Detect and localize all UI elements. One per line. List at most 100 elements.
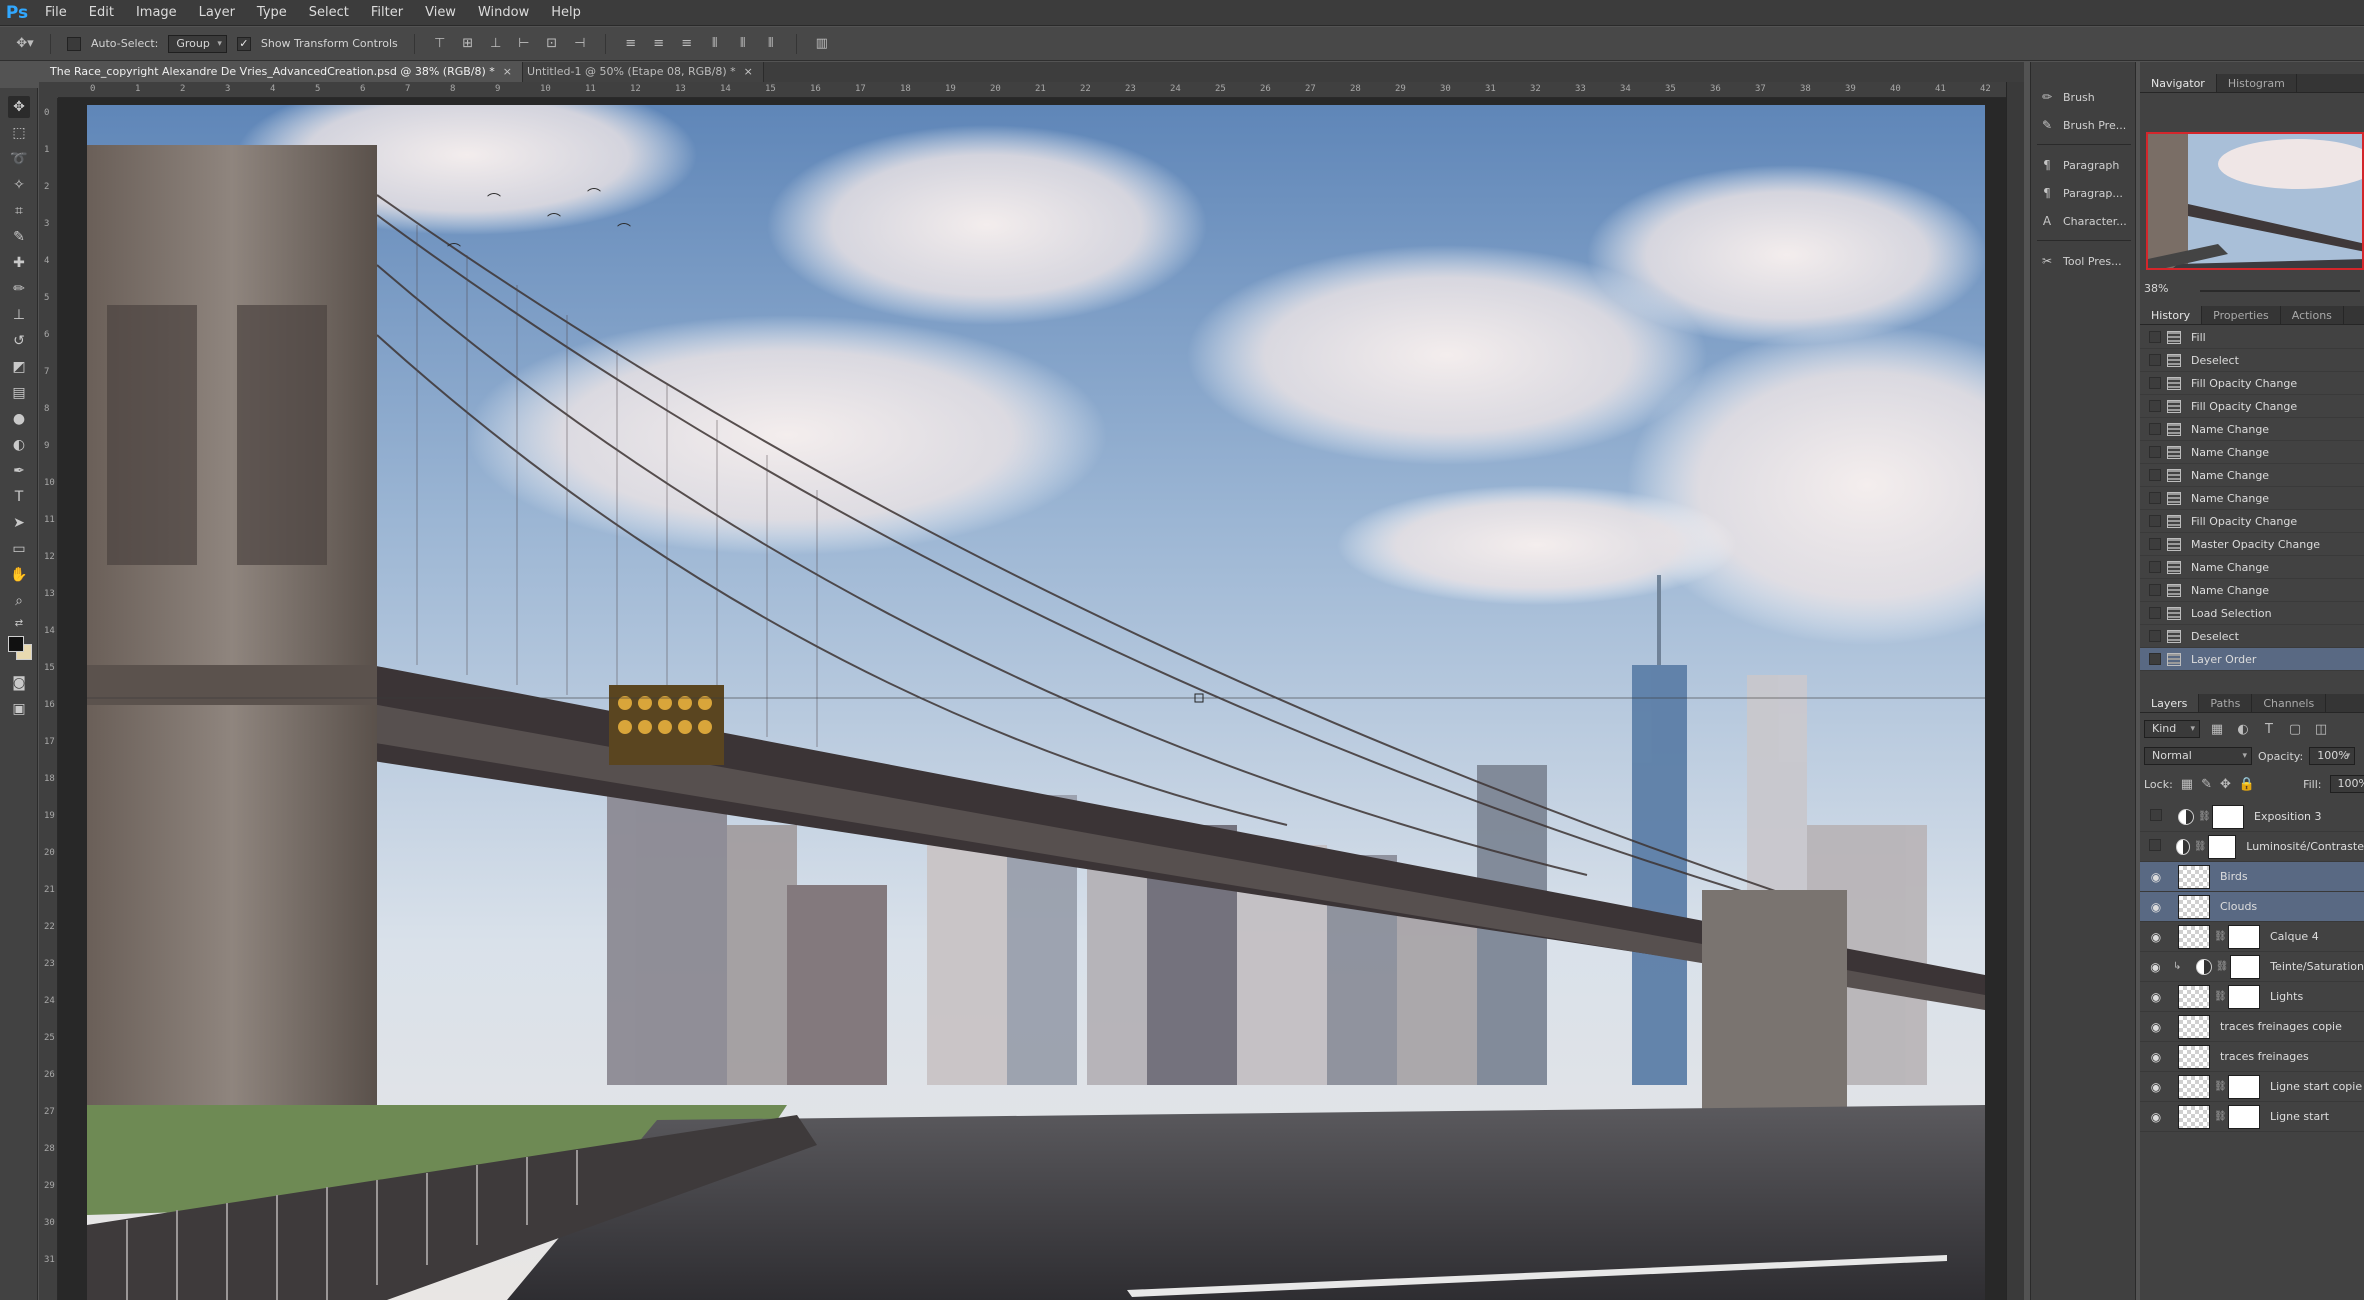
gradient-tool-icon[interactable]: ▤ xyxy=(8,382,30,404)
magic-wand-icon[interactable]: ✧ xyxy=(8,174,30,196)
distribute-bottom-icon[interactable]: ≡ xyxy=(678,36,696,52)
auto-select-checkbox[interactable] xyxy=(67,36,81,51)
foreground-color-swatch[interactable] xyxy=(8,636,24,652)
tab-paths[interactable]: Paths xyxy=(2199,694,2253,712)
type-tool-icon[interactable]: T xyxy=(8,486,30,508)
history-snapshot-checkbox[interactable] xyxy=(2149,377,2161,389)
layer-name[interactable]: Calque 4 xyxy=(2270,930,2319,943)
menu-select[interactable]: Select xyxy=(298,0,360,26)
lock-all-icon[interactable]: 🔒 xyxy=(2239,776,2255,792)
tab-properties[interactable]: Properties xyxy=(2202,306,2281,324)
layer-mask-thumbnail[interactable] xyxy=(2212,804,2244,829)
layer-name[interactable]: Luminosité/Contraste xyxy=(2246,840,2364,853)
layer-name[interactable]: Ligne start copie xyxy=(2270,1080,2362,1093)
history-state[interactable]: Name Change xyxy=(2140,487,2364,510)
history-state[interactable]: Name Change xyxy=(2140,579,2364,602)
layer-name[interactable]: Clouds xyxy=(2220,900,2257,913)
layer-mask-thumbnail[interactable] xyxy=(2228,924,2260,949)
mask-link-icon[interactable]: ⛓ xyxy=(2216,961,2229,972)
healing-brush-icon[interactable]: ✚ xyxy=(8,252,30,274)
history-state[interactable]: Master Opacity Change xyxy=(2140,533,2364,556)
distribute-top-icon[interactable]: ≡ xyxy=(622,36,640,52)
tab-channels[interactable]: Channels xyxy=(2252,694,2327,712)
auto-align-icon[interactable]: ▥ xyxy=(813,36,831,52)
layer-mask-thumbnail[interactable] xyxy=(2228,984,2260,1009)
layer-row[interactable]: ⛓ Luminosité/Contraste xyxy=(2140,832,2364,862)
eye-icon[interactable]: ◉ xyxy=(2146,1050,2166,1064)
mask-link-icon[interactable]: ⛓ xyxy=(2214,1081,2227,1092)
swap-colors-icon[interactable]: ⇄ xyxy=(8,612,30,634)
path-selection-icon[interactable]: ➤ xyxy=(8,512,30,534)
hand-tool-icon[interactable]: ✋ xyxy=(8,564,30,586)
align-right-icon[interactable]: ⊣ xyxy=(571,36,589,52)
brush-panel-button[interactable]: ✏ Brush xyxy=(2039,84,2131,110)
eye-icon[interactable]: ◉ xyxy=(2146,870,2166,884)
layer-name[interactable]: Exposition 3 xyxy=(2254,810,2322,823)
zoom-tool-icon[interactable]: ⌕ xyxy=(8,590,30,612)
filter-smart-object-icon[interactable]: ◫ xyxy=(2312,721,2330,737)
layer-row[interactable]: ◉ ⛓ Ligne start copie xyxy=(2140,1072,2364,1102)
tab-histogram[interactable]: Histogram xyxy=(2217,74,2297,92)
layer-thumbnail[interactable] xyxy=(2178,1104,2210,1129)
eye-icon[interactable]: ◉ xyxy=(2146,960,2165,974)
layer-thumbnail[interactable] xyxy=(2178,1074,2210,1099)
layer-mask-thumbnail[interactable] xyxy=(2229,954,2261,979)
history-state[interactable]: Name Change xyxy=(2140,441,2364,464)
lock-position-icon[interactable]: ✥ xyxy=(2220,776,2231,792)
auto-select-dropdown[interactable]: Group xyxy=(168,34,227,53)
filter-adjustment-icon[interactable]: ◐ xyxy=(2234,721,2252,737)
history-state[interactable]: Load Selection xyxy=(2140,602,2364,625)
lock-image-icon[interactable]: ✎ xyxy=(2201,776,2212,792)
distribute-right-icon[interactable]: ⦀ xyxy=(762,36,780,52)
tab-history[interactable]: History xyxy=(2140,306,2203,324)
lock-transparent-icon[interactable]: ▦ xyxy=(2181,776,2193,792)
menu-help[interactable]: Help xyxy=(540,0,592,26)
tab-the-race[interactable]: The Race_copyright Alexandre De Vries_Ad… xyxy=(46,62,523,82)
navigator-zoom-slider[interactable] xyxy=(2200,290,2360,292)
eye-icon[interactable]: ◉ xyxy=(2146,1020,2166,1034)
layer-thumbnail[interactable] xyxy=(2178,984,2210,1009)
layer-row[interactable]: ◉ ↳ ⛓ Teinte/Saturation xyxy=(2140,952,2364,982)
lasso-tool-icon[interactable]: ➰ xyxy=(8,148,30,170)
eye-icon[interactable]: ◉ xyxy=(2146,930,2166,944)
history-state[interactable]: Name Change xyxy=(2140,418,2364,441)
visibility-toggle-off[interactable] xyxy=(2146,839,2164,854)
mask-link-icon[interactable]: ⛓ xyxy=(2214,1111,2227,1122)
eye-icon[interactable]: ◉ xyxy=(2146,1110,2166,1124)
history-snapshot-checkbox[interactable] xyxy=(2149,446,2161,458)
layer-mask-thumbnail[interactable] xyxy=(2228,1104,2260,1129)
blur-tool-icon[interactable]: ● xyxy=(8,408,30,430)
tab-untitled-1[interactable]: Untitled-1 @ 50% (Etape 08, RGB/8) * × xyxy=(523,62,764,82)
align-left-icon[interactable]: ⊢ xyxy=(515,36,533,52)
menu-file[interactable]: File xyxy=(34,0,78,26)
move-tool-preset-icon[interactable]: ✥▾ xyxy=(16,36,34,52)
history-brush-icon[interactable]: ↺ xyxy=(8,330,30,352)
document-canvas[interactable]: ⌒ ⌒ ⌒ ⌒ ⌒ xyxy=(87,105,1985,1300)
menu-edit[interactable]: Edit xyxy=(78,0,125,26)
vertical-ruler[interactable]: 0 1 2 3 4 5 6 7 8 9 10 11 12 13 14 15 16 17 18 19 20 21 22 23 24… xyxy=(39,98,58,1300)
screen-mode-icon[interactable]: ▣ xyxy=(8,698,30,720)
history-state[interactable]: Name Change xyxy=(2140,464,2364,487)
history-snapshot-checkbox[interactable] xyxy=(2149,354,2161,366)
layer-thumbnail[interactable] xyxy=(2178,894,2210,919)
quick-mask-icon[interactable]: ◙ xyxy=(8,672,30,694)
canvas-area[interactable]: 0 1 2 3 4 5 6 7 8 9 10 11 12 13 14 15 16 17 18 19 20 21 22 23 24… xyxy=(39,82,2024,1300)
layer-thumbnail[interactable] xyxy=(2178,924,2210,949)
history-snapshot-checkbox[interactable] xyxy=(2149,492,2161,504)
navigator-preview[interactable] xyxy=(2146,132,2364,270)
pen-tool-icon[interactable]: ✒ xyxy=(8,460,30,482)
move-tool-icon[interactable]: ✥ xyxy=(8,96,30,118)
align-top-icon[interactable]: ⊤ xyxy=(431,36,449,52)
menu-window[interactable]: Window xyxy=(467,0,540,26)
distribute-hcenter-icon[interactable]: ⦀ xyxy=(734,36,752,52)
brush-presets-panel-button[interactable]: ✎ Brush Pre... xyxy=(2039,112,2131,138)
tab-actions[interactable]: Actions xyxy=(2281,306,2344,324)
layer-row[interactable]: ◉ ⛓ Lights xyxy=(2140,982,2364,1012)
tab-layers[interactable]: Layers xyxy=(2140,694,2200,712)
eraser-tool-icon[interactable]: ◩ xyxy=(8,356,30,378)
layer-name[interactable]: traces freinages xyxy=(2220,1050,2309,1063)
distribute-vcenter-icon[interactable]: ≡ xyxy=(650,36,668,52)
history-state[interactable]: Fill Opacity Change xyxy=(2140,372,2364,395)
menu-filter[interactable]: Filter xyxy=(360,0,414,26)
layer-thumbnail[interactable] xyxy=(2178,1014,2210,1039)
